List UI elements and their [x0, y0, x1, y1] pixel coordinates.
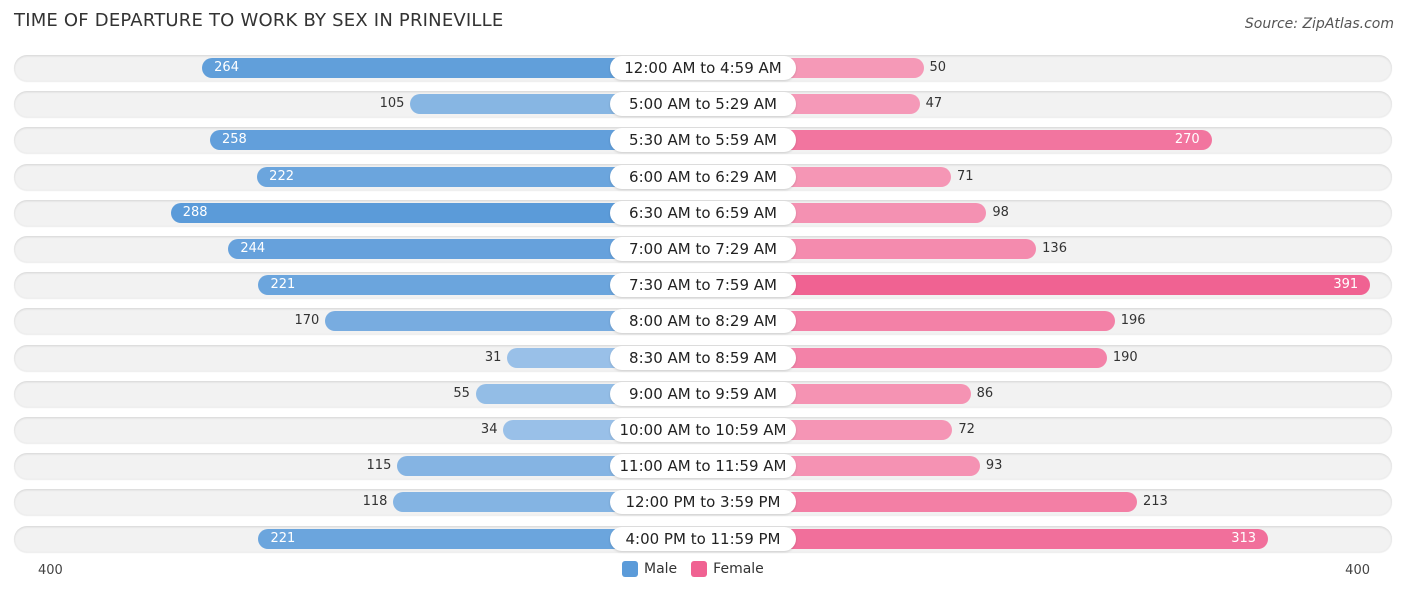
value-label-female: 98 [992, 204, 1009, 220]
value-label-female: 213 [1143, 494, 1168, 510]
value-label-female: 50 [929, 60, 947, 75]
value-label-female: 136 [1042, 241, 1067, 256]
value-label-male: 221 [270, 530, 296, 546]
source-label: Source: ZipAtlas.com [1244, 16, 1394, 32]
value-label-female: 93 [985, 458, 1003, 474]
value-label-female: 71 [957, 168, 974, 184]
value-label-male: 170 [294, 313, 320, 329]
chart-title: TIME OF DEPARTURE TO WORK BY SEX IN PRIN… [14, 10, 504, 31]
category-label: 9:00 AM to 9:59 AM [610, 381, 796, 406]
chart-row: 34 72 10:00 AM to 10:59 AM [14, 417, 1392, 443]
category-label: 12:00 AM to 4:59 AM [610, 56, 796, 80]
category-label: 12:00 PM to 3:59 PM [610, 490, 796, 515]
category-label: 5:30 AM to 5:59 AM [610, 128, 796, 153]
category-label: 7:00 AM to 7:29 AM [610, 237, 796, 261]
legend-label-male: Male [644, 561, 678, 577]
chart-row: 115 93 11:00 AM to 11:59 AM [14, 453, 1392, 480]
value-label-male: 105 [379, 96, 405, 112]
category-label: 8:30 AM to 8:59 AM [610, 345, 796, 370]
chart-row: 288 98 6:30 AM to 6:59 AM [14, 199, 1392, 226]
value-label-female: 72 [958, 422, 975, 437]
chart-row: 258 270 5:30 AM to 5:59 AM [14, 127, 1392, 154]
legend-swatch-female [691, 561, 708, 577]
chart-row: 221 313 4:00 PM to 11:59 PM [14, 525, 1392, 552]
axis-right-label: 400 [1345, 563, 1370, 578]
category-label: 6:00 AM to 6:29 AM [610, 164, 796, 189]
axis-left-label: 400 [38, 563, 63, 578]
category-label: 11:00 AM to 11:59 AM [610, 454, 796, 479]
legend-label-female: Female [713, 561, 764, 577]
value-label-male: 115 [366, 458, 392, 474]
category-label: 7:30 AM to 7:59 AM [610, 273, 796, 298]
value-label-male: 222 [269, 168, 294, 184]
value-label-female: 196 [1120, 313, 1146, 329]
chart-row: 118 213 12:00 PM to 3:59 PM [14, 489, 1392, 516]
bar-female [703, 275, 1371, 296]
value-label-male: 258 [222, 132, 247, 148]
category-label: 4:00 PM to 11:59 PM [610, 526, 796, 551]
value-label-female: 391 [1333, 277, 1359, 293]
value-label-male: 118 [362, 494, 388, 510]
chart-row: 244 136 7:00 AM to 7:29 AM [14, 236, 1392, 262]
chart-row: 105 47 5:00 AM to 5:29 AM [14, 91, 1392, 118]
chart-row: 222 71 6:00 AM to 6:29 AM [14, 163, 1392, 190]
chart-row: 31 190 8:30 AM to 8:59 AM [14, 344, 1392, 371]
chart-row: 55 86 9:00 AM to 9:59 AM [14, 380, 1392, 407]
legend-swatch-male [622, 561, 638, 577]
value-label-female: 270 [1174, 132, 1200, 148]
value-label-male: 244 [240, 241, 266, 256]
legend: Male Female [622, 561, 764, 577]
chart-row: 170 196 8:00 AM to 8:29 AM [14, 308, 1392, 335]
value-label-male: 31 [484, 349, 502, 365]
value-label-female: 313 [1231, 530, 1257, 546]
value-label-male: 264 [214, 60, 239, 75]
chart-root: TIME OF DEPARTURE TO WORK BY SEX IN PRIN… [0, 0, 1406, 595]
category-label: 5:00 AM to 5:29 AM [610, 92, 796, 117]
value-label-male: 55 [453, 385, 470, 401]
value-label-male: 288 [182, 204, 208, 220]
value-label-male: 221 [270, 277, 296, 293]
value-label-male: 34 [480, 422, 498, 437]
value-label-female: 47 [925, 96, 943, 112]
value-label-female: 86 [976, 385, 994, 401]
chart-row: 264 50 12:00 AM to 4:59 AM [14, 55, 1392, 81]
chart-row: 221 391 7:30 AM to 7:59 AM [14, 272, 1392, 299]
value-label-female: 190 [1112, 349, 1138, 365]
category-label: 10:00 AM to 10:59 AM [610, 418, 796, 442]
category-label: 8:00 AM to 8:29 AM [610, 309, 796, 334]
category-label: 6:30 AM to 6:59 AM [610, 200, 796, 225]
